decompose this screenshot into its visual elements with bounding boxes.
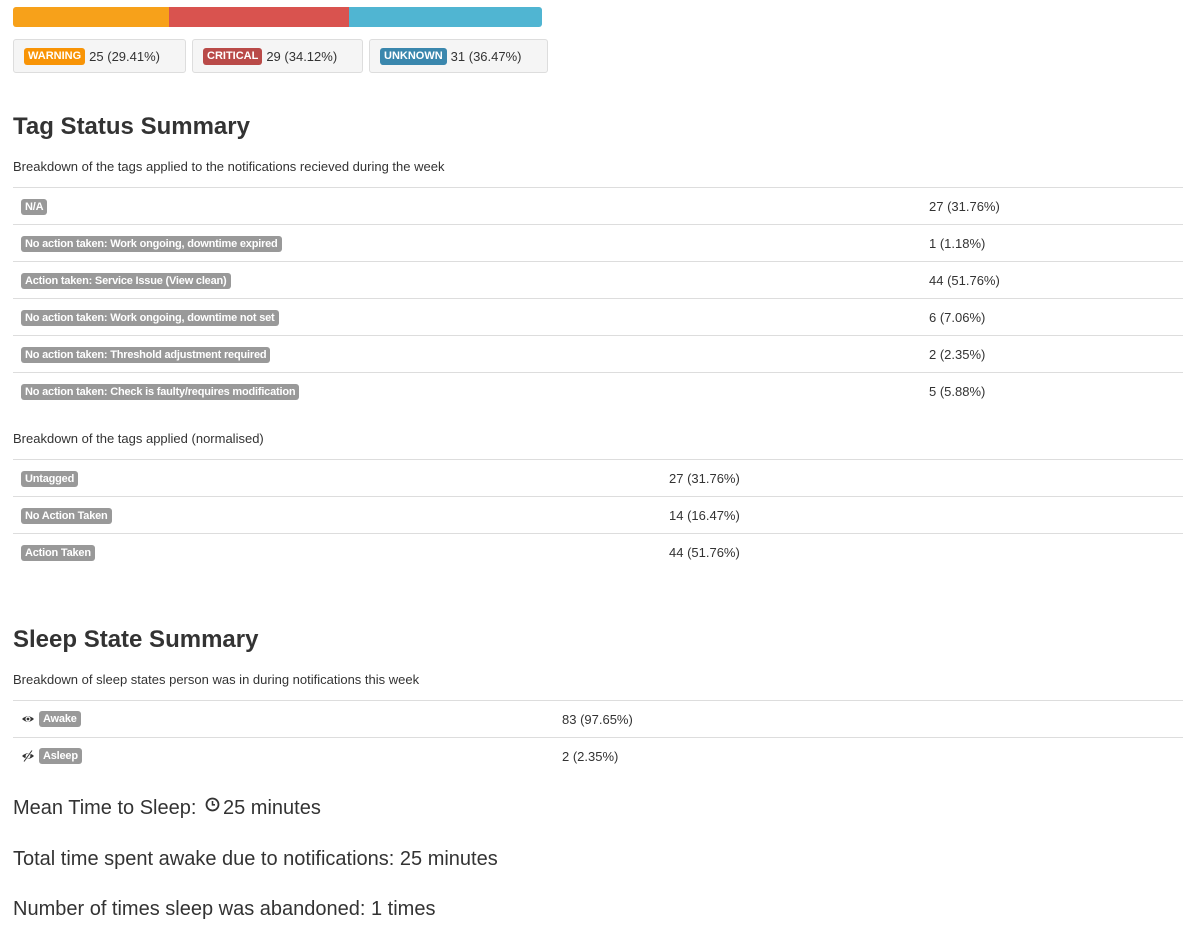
table-row: No action taken: Threshold adjustment re… (13, 335, 1183, 373)
table-row: No action taken: Work ongoing, downtime … (13, 224, 1183, 262)
tag-breakdown-table: N/A 27 (31.76%) No action taken: Work on… (13, 187, 1183, 409)
sleep-state-table: Awake 83 (97.65%) Asleep 2 (2.35%) (13, 700, 1183, 774)
tag-label: No action taken: Threshold adjustment re… (21, 346, 271, 363)
sleep-count: 2 (2.35%) (554, 737, 1183, 774)
status-box-unknown: UNKNOWN 31 (36.47%) (369, 39, 548, 73)
tag-label: No action taken: Check is faulty/require… (21, 383, 300, 400)
tag-label: No Action Taken (21, 507, 112, 524)
tag-label: Untagged (21, 470, 79, 487)
tag-count: 2 (2.35%) (921, 335, 1183, 373)
tag-count: 1 (1.18%) (921, 224, 1183, 262)
table-row: Awake 83 (97.65%) (13, 700, 1183, 738)
tag-summary-description: Breakdown of the tags applied to the not… (13, 159, 445, 174)
table-row: Asleep 2 (2.35%) (13, 737, 1183, 774)
tag-count: 5 (5.88%) (921, 372, 1183, 409)
tag-label: Asleep (39, 748, 82, 764)
sleep-count: 83 (97.65%) (554, 700, 1183, 738)
unknown-count: 31 (36.47%) (450, 48, 522, 64)
tag-label: No action taken: Work ongoing, downtime … (21, 309, 279, 326)
tag-label: No action taken: Work ongoing, downtime … (21, 235, 282, 252)
tag-count: 44 (51.76%) (921, 261, 1183, 299)
normalised-description: Breakdown of the tags applied (normalise… (13, 431, 264, 446)
tag-count: 14 (16.47%) (661, 496, 1183, 534)
mean-time-value: 25 minutes (223, 797, 321, 819)
tag-label: N/A (21, 198, 48, 215)
status-box-warning: WARNING 25 (29.41%) (13, 39, 186, 73)
table-row: N/A 27 (31.76%) (13, 187, 1183, 225)
status-counts: WARNING 25 (29.41%) CRITICAL 29 (34.12%)… (13, 39, 548, 73)
clock-icon (205, 797, 220, 812)
tag-label: Action taken: Service Issue (View clean) (21, 272, 231, 289)
mean-time-to-sleep: Mean Time to Sleep: 25 minutes (13, 797, 321, 820)
table-row: No Action Taken 14 (16.47%) (13, 496, 1183, 534)
tag-count: 27 (31.76%) (661, 459, 1183, 497)
status-box-critical: CRITICAL 29 (34.12%) (192, 39, 363, 73)
progress-segment-critical (168, 7, 350, 27)
tag-label: Action Taken (21, 544, 95, 561)
critical-count: 29 (34.12%) (266, 48, 338, 64)
warning-label: WARNING (24, 47, 86, 65)
mean-time-label: Mean Time to Sleep: (13, 797, 197, 819)
table-row: Action taken: Service Issue (View clean)… (13, 261, 1183, 299)
sleep-abandoned-count: Number of times sleep was abandoned: 1 t… (13, 898, 436, 920)
total-awake-time: Total time spent awake due to notificati… (13, 848, 498, 870)
tag-count: 27 (31.76%) (921, 187, 1183, 225)
tag-count: 44 (51.76%) (661, 533, 1183, 570)
tag-label: Awake (39, 711, 81, 727)
progress-segment-unknown (349, 7, 542, 27)
table-row: Action Taken 44 (51.76%) (13, 533, 1183, 570)
table-row: No action taken: Check is faulty/require… (13, 372, 1183, 409)
alert-status-progress-bar (13, 7, 542, 27)
unknown-label: UNKNOWN (380, 47, 447, 65)
sleep-summary-description: Breakdown of sleep states person was in … (13, 672, 420, 687)
critical-label: CRITICAL (203, 47, 263, 65)
tag-count: 6 (7.06%) (921, 298, 1183, 336)
table-row: Untagged 27 (31.76%) (13, 459, 1183, 497)
eye-open-icon (22, 716, 34, 722)
table-row: No action taken: Work ongoing, downtime … (13, 298, 1183, 336)
sleep-state-summary-heading: Sleep State Summary (13, 626, 259, 653)
progress-segment-warning (13, 7, 169, 27)
eye-closed-icon (22, 749, 34, 763)
normalised-tag-table: Untagged 27 (31.76%) No Action Taken 14 … (13, 459, 1183, 570)
tag-status-summary-heading: Tag Status Summary (13, 113, 250, 140)
warning-count: 25 (29.41%) (89, 48, 160, 64)
